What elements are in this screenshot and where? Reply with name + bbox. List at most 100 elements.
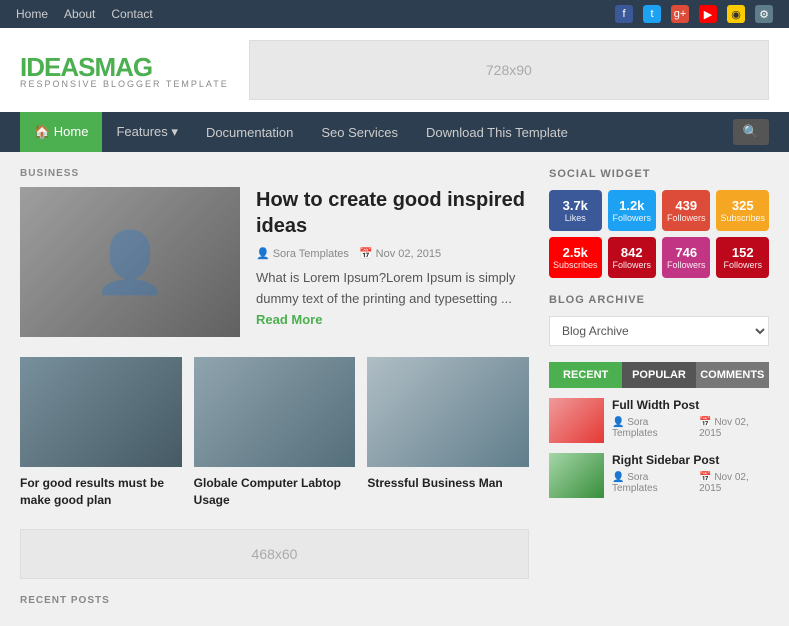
social-box-instagram[interactable]: 746 Followers (662, 237, 710, 278)
tab-comments[interactable]: COMMENTS (696, 362, 769, 388)
calendar-icon: 📅 (359, 247, 373, 260)
read-more-link[interactable]: Read More (256, 312, 322, 327)
grid-post-2-image[interactable] (194, 357, 356, 467)
social-box-rss[interactable]: 325 Subscribes (716, 190, 769, 231)
author-icon: 👤 (256, 247, 270, 260)
blog-archive-title: BLOG ARCHIVE (549, 294, 769, 306)
recent-date-1: 📅 Nov 02, 2015 (699, 417, 769, 439)
search-button[interactable]: 🔍 (733, 119, 769, 145)
facebook-label: Likes (553, 213, 598, 223)
social-box-twitter[interactable]: 1.2k Followers (608, 190, 656, 231)
author-name: Sora Templates (273, 248, 349, 260)
date-text: Nov 02, 2015 (376, 248, 441, 260)
recent-posts-label: RECENT POSTS (20, 595, 529, 606)
social-boxes-grid: 3.7k Likes 1.2k Followers 439 Followers … (549, 190, 769, 278)
pinterest-label: Followers (612, 260, 652, 270)
topnav-about[interactable]: About (64, 7, 95, 21)
social-widget: SOCIAL WIDGET 3.7k Likes 1.2k Followers … (549, 168, 769, 278)
grid-post-3-title[interactable]: Stressful Business Man (367, 475, 529, 492)
gplus-count: 439 (666, 198, 706, 213)
social-box-facebook[interactable]: 3.7k Likes (549, 190, 602, 231)
site-header: IDEASMAG RESPONSIVE BLOGGER TEMPLATE 728… (0, 28, 789, 112)
gplus-label: Followers (666, 213, 706, 223)
top-social-icons: f t g+ ▶ ◉ ⚙ (615, 5, 773, 23)
twitter-top-icon[interactable]: t (643, 5, 661, 23)
featured-post-title[interactable]: How to create good inspired ideas (256, 187, 529, 239)
featured-post-image[interactable]: 👤 (20, 187, 240, 337)
main-nav-links: 🏠 Home Features ▾ Documentation Seo Serv… (20, 112, 582, 152)
recent-meta-2: 👤 Sora Templates 📅 Nov 02, 2015 (612, 472, 769, 494)
header-ad-banner: 728x90 (249, 40, 769, 100)
main-navigation: 🏠 Home Features ▾ Documentation Seo Serv… (0, 112, 789, 152)
twitter-label: Followers (612, 213, 652, 223)
content-wrapper: BUSINESS 👤 How to create good inspired i… (0, 152, 789, 626)
featured-post-excerpt: What is Lorem Ipsum?Lorem Ipsum is simpl… (256, 268, 529, 330)
blog-archive-select[interactable]: Blog Archive (549, 316, 769, 346)
youtube-label: Subscribes (553, 260, 598, 270)
recent-author-2: 👤 Sora Templates (612, 472, 691, 494)
pinterest2-label: Followers (720, 260, 765, 270)
site-logo[interactable]: IDEASMAG RESPONSIVE BLOGGER TEMPLATE (20, 52, 229, 89)
facebook-count: 3.7k (553, 198, 598, 213)
recent-info-2: Right Sidebar Post 👤 Sora Templates 📅 No… (612, 453, 769, 494)
tab-recent[interactable]: RECENT (549, 362, 622, 388)
twitter-count: 1.2k (612, 198, 652, 213)
sidebar-tab-bar: RECENT POPULAR COMMENTS (549, 362, 769, 388)
grid-post-3-image[interactable] (367, 357, 529, 467)
instagram-label: Followers (666, 260, 706, 270)
grid-posts: For good results must be make good plan … (20, 357, 529, 509)
recent-title-1[interactable]: Full Width Post (612, 398, 769, 414)
logo-text-mag: MAG (94, 52, 152, 82)
rss-count: 325 (720, 198, 765, 213)
topnav-home[interactable]: Home (16, 7, 48, 21)
sidebar: SOCIAL WIDGET 3.7k Likes 1.2k Followers … (549, 168, 769, 610)
topnav-contact[interactable]: Contact (111, 7, 152, 21)
content-ad-banner: 468x60 (20, 529, 529, 579)
instagram-count: 746 (666, 245, 706, 260)
featured-post-meta: 👤 Sora Templates 📅 Nov 02, 2015 (256, 247, 529, 260)
recent-author-1: 👤 Sora Templates (612, 417, 691, 439)
recent-thumb-1[interactable] (549, 398, 604, 443)
featured-post-author: 👤 Sora Templates (256, 247, 349, 260)
nav-features[interactable]: Features ▾ (102, 112, 191, 152)
grid-post-1: For good results must be make good plan (20, 357, 182, 509)
grid-post-1-image[interactable] (20, 357, 182, 467)
grid-post-2-title[interactable]: Globale Computer Labtop Usage (194, 475, 356, 509)
recent-title-2[interactable]: Right Sidebar Post (612, 453, 769, 469)
recent-thumb-2[interactable] (549, 453, 604, 498)
recent-meta-1: 👤 Sora Templates 📅 Nov 02, 2015 (612, 417, 769, 439)
logo-text-ideas: IDEAS (20, 52, 94, 82)
nav-home[interactable]: 🏠 Home (20, 112, 102, 152)
social-box-pinterest2[interactable]: 152 Followers (716, 237, 769, 278)
sidebar-recent-item-2: Right Sidebar Post 👤 Sora Templates 📅 No… (549, 453, 769, 498)
main-column: BUSINESS 👤 How to create good inspired i… (20, 168, 529, 610)
pinterest-count: 842 (612, 245, 652, 260)
grid-post-3: Stressful Business Man (367, 357, 529, 509)
social-box-googleplus[interactable]: 439 Followers (662, 190, 710, 231)
featured-post: 👤 How to create good inspired ideas 👤 So… (20, 187, 529, 337)
blog-archive-section: BLOG ARCHIVE Blog Archive (549, 294, 769, 346)
sidebar-recent-item-1: Full Width Post 👤 Sora Templates 📅 Nov 0… (549, 398, 769, 443)
nav-documentation[interactable]: Documentation (192, 112, 307, 152)
googleplus-top-icon[interactable]: g+ (671, 5, 689, 23)
nav-seo[interactable]: Seo Services (307, 112, 412, 152)
recent-date-2: 📅 Nov 02, 2015 (699, 472, 769, 494)
social-box-youtube[interactable]: 2.5k Subscribes (549, 237, 602, 278)
nav-download[interactable]: Download This Template (412, 112, 582, 152)
top-navigation: Home About Contact f t g+ ▶ ◉ ⚙ (0, 0, 789, 28)
logo-subtitle: RESPONSIVE BLOGGER TEMPLATE (20, 79, 229, 89)
grid-post-1-title[interactable]: For good results must be make good plan (20, 475, 182, 509)
social5-top-icon[interactable]: ◉ (727, 5, 745, 23)
settings-top-icon[interactable]: ⚙ (755, 5, 773, 23)
youtube-top-icon[interactable]: ▶ (699, 5, 717, 23)
section-label: BUSINESS (20, 168, 529, 179)
social-box-pinterest[interactable]: 842 Followers (608, 237, 656, 278)
social-widget-title: SOCIAL WIDGET (549, 168, 769, 180)
facebook-top-icon[interactable]: f (615, 5, 633, 23)
pinterest2-count: 152 (720, 245, 765, 260)
tab-popular[interactable]: POPULAR (622, 362, 695, 388)
featured-post-date: 📅 Nov 02, 2015 (359, 247, 441, 260)
rss-label: Subscribes (720, 213, 765, 223)
top-nav-links: Home About Contact (16, 7, 153, 21)
featured-post-content: How to create good inspired ideas 👤 Sora… (256, 187, 529, 337)
